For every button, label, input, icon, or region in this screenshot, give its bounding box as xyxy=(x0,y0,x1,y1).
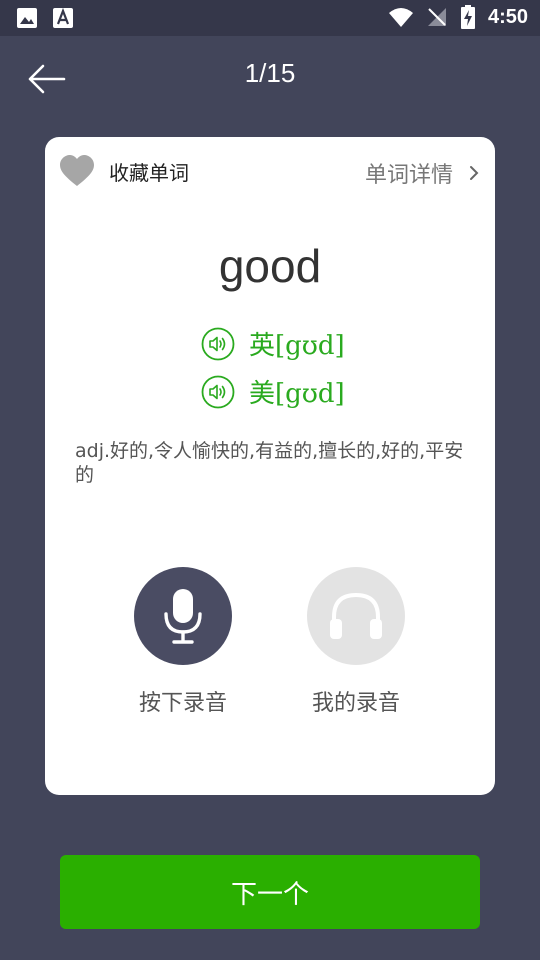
word-text: good xyxy=(218,240,322,292)
uk-pronunciation-button[interactable]: 英[gʊd] xyxy=(201,325,345,362)
notification-icons xyxy=(16,7,74,29)
uk-pronunciation-text: 英[gʊd] xyxy=(249,331,345,361)
system-icons: 4:50 xyxy=(388,5,528,29)
favorite-label: 收藏单词 xyxy=(109,160,189,185)
next-button[interactable]: 下一个 xyxy=(60,855,480,929)
page-title: 1/15 xyxy=(244,58,296,88)
word-card: 收藏单词 单词详情 good 英[gʊd] 美[gʊd] adj.好的,令人愉快… xyxy=(45,137,495,795)
app-bar: 1/15 xyxy=(0,36,540,116)
my-recording-label: 我的录音 xyxy=(311,691,400,716)
record-action: 按下录音 xyxy=(133,567,233,717)
speaker-icon xyxy=(201,375,235,408)
battery-charging-icon xyxy=(460,5,475,29)
my-recording-button[interactable] xyxy=(307,567,405,665)
favorite-word-button[interactable]: 收藏单词 xyxy=(59,155,189,187)
image-notification-icon xyxy=(17,8,37,28)
word-definition: adj.好的,令人愉快的,有益的,擅长的,好的,平安的 xyxy=(75,440,464,486)
us-pronunciation-button[interactable]: 美[gʊd] xyxy=(201,373,345,410)
microphone-icon xyxy=(164,589,202,644)
word-detail-label: 单词详情 xyxy=(364,163,453,188)
status-time: 4:50 xyxy=(487,5,528,28)
heart-icon xyxy=(60,155,94,186)
record-button[interactable] xyxy=(134,567,232,665)
headphones-icon xyxy=(330,592,382,639)
font-notification-icon xyxy=(53,7,73,28)
no-signal-icon xyxy=(427,8,446,26)
us-pronunciation-text: 美[gʊd] xyxy=(249,379,345,409)
word-detail-button[interactable]: 单词详情 xyxy=(365,157,479,189)
my-recording-action: 我的录音 xyxy=(306,567,406,717)
wifi-icon xyxy=(388,8,413,27)
record-label: 按下录音 xyxy=(138,691,227,716)
status-bar: 4:50 xyxy=(0,0,540,36)
speaker-icon xyxy=(201,327,235,360)
chevron-right-icon xyxy=(470,166,479,180)
